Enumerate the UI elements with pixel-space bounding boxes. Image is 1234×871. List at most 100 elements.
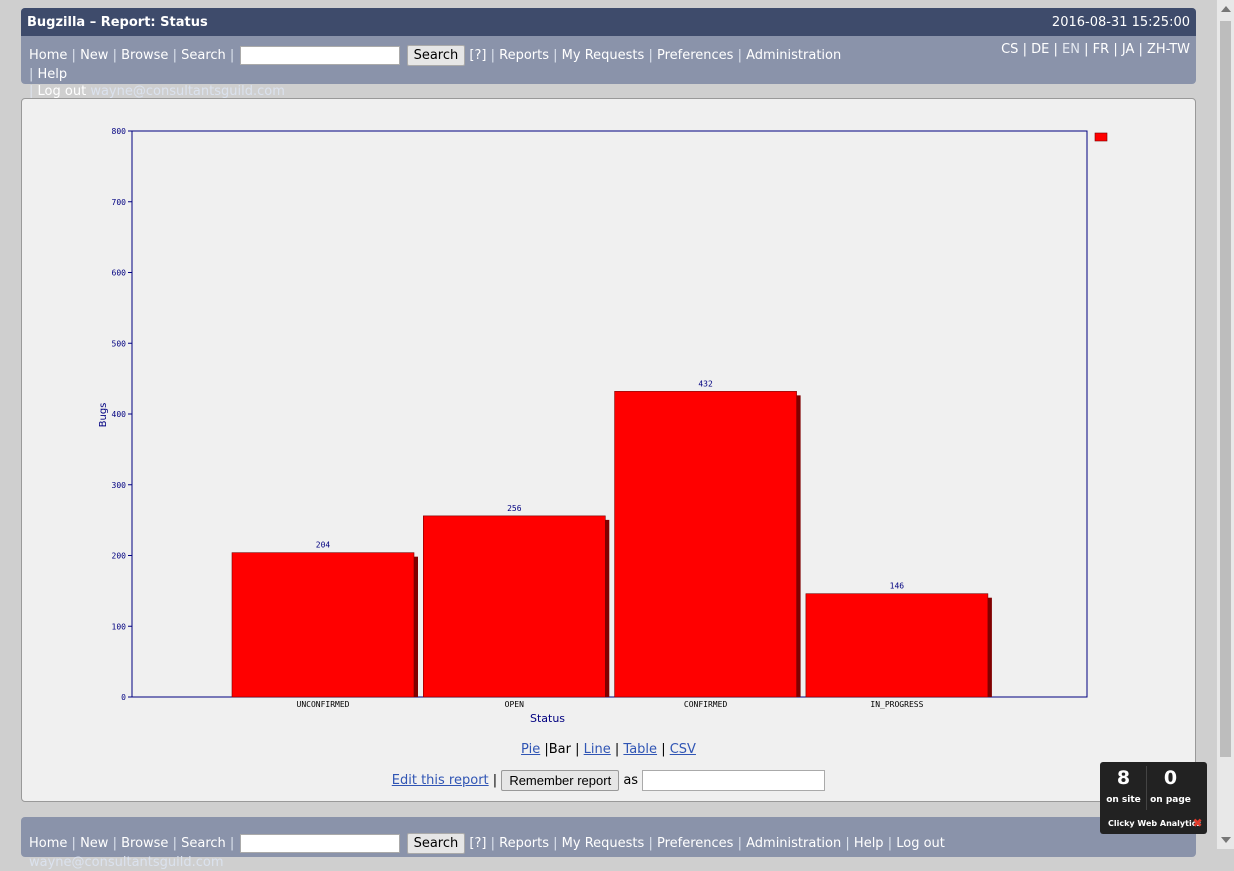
nav-home-link[interactable]: Home [29,48,67,63]
nav-reports-link[interactable]: Reports [499,48,549,63]
nav-new-link[interactable]: New [80,48,108,63]
clicky-widget[interactable]: 8 on site 0 on page Clicky Web Analytics… [1100,762,1207,834]
bar-chart: 0 100 200 300 400 500 600 700 800 204 UNCONFIRMED 2… [98,127,1108,725]
x-axis-label: Status [530,712,565,725]
quicksearch-button[interactable]: Search [406,45,466,66]
nav-separator: | [229,48,235,63]
lang-ja-link[interactable]: JA [1122,42,1135,57]
close-icon[interactable]: ✖ [1192,817,1203,829]
y-tick-label: 200 [112,552,127,561]
lang-de-link[interactable]: DE [1031,42,1049,57]
nav-user-email: wayne@consultantsguild.com [90,84,285,99]
nav-help-link[interactable]: Help [38,67,68,82]
y-tick-label: 400 [112,410,127,419]
page-title: Bugzilla – Report: Status [27,15,208,30]
footer-quicksearch-button[interactable]: Search [406,833,466,854]
x-tick-label: UNCONFIRMED [297,700,350,709]
format-csv-link[interactable]: CSV [670,742,696,757]
report-name-input[interactable] [642,770,826,791]
lang-separator: | [1053,42,1058,57]
on-site-label: on site [1106,795,1141,805]
save-report-row: Edit this report | Remember report as [22,770,1195,791]
scroll-up-icon[interactable] [1221,6,1231,12]
nav-separator: | [172,48,177,63]
on-page-count: 0 [1163,767,1178,789]
lang-fr-link[interactable]: FR [1093,42,1110,57]
data-label: 432 [698,379,713,388]
scroll-down-icon[interactable] [1221,837,1231,843]
data-label: 146 [890,582,905,591]
bar [422,515,606,698]
title-bar: Bugzilla – Report: Status 2016-08-31 15:… [21,8,1196,36]
y-tick-label: 700 [112,198,127,207]
bar [614,391,797,698]
lang-separator: | [1084,42,1089,57]
remember-report-button[interactable]: Remember report [501,770,620,791]
y-tick-label: 500 [112,339,127,348]
lang-separator: | [1138,42,1143,57]
format-separator: | [575,742,580,757]
nav-separator: | [112,48,117,63]
y-tick-label: 0 [121,693,126,702]
x-tick-label: IN_PROGRESS [870,700,923,709]
nav-separator: | [29,84,34,99]
bar [231,552,415,698]
quicksearch-help-link[interactable]: [?] [469,48,486,63]
header-datetime: 2016-08-31 15:25:00 [1051,15,1190,30]
nav-logout-link[interactable]: Log out [38,84,87,99]
format-table-link[interactable]: Table [623,742,657,757]
on-page-label: on page [1150,795,1191,805]
nav-separator: | [553,48,558,63]
format-separator: | [614,742,620,757]
lang-zh-tw-link[interactable]: ZH-TW [1147,42,1190,57]
nav-preferences-link[interactable]: Preferences [657,48,733,63]
on-site-count: 8 [1116,767,1131,789]
y-tick-label: 100 [112,622,127,631]
vertical-scrollbar[interactable] [1216,0,1234,849]
data-label: 204 [316,541,331,550]
page-header: Bugzilla – Report: Status 2016-08-31 15:… [21,8,1196,99]
bar [805,593,989,698]
report-panel: 0 100 200 300 400 500 600 700 800 204 UNCONFIRMED 2… [21,98,1196,802]
nav-my-requests-link[interactable]: My Requests [562,48,645,63]
nav-separator: | [71,48,76,63]
nav-separator: | [490,48,495,63]
as-label: as [623,773,639,788]
format-switcher: Pie |Bar | Line | Table | CSV [22,742,1195,757]
footer-quicksearch-input[interactable] [240,834,401,853]
y-tick-label: 300 [112,481,127,490]
page-footer: Home | New | Browse | Search | Search [?… [21,817,1196,870]
legend-swatch [1094,132,1108,142]
format-pie-link[interactable]: Pie [521,742,540,757]
quicksearch-input[interactable] [240,46,401,65]
format-separator: | [661,742,666,757]
clicky-on-site: 8 on site [1100,766,1147,810]
y-tick-label: 600 [112,269,127,278]
nav-search-link[interactable]: Search [181,48,226,63]
lang-separator: | [1113,42,1118,57]
x-tick-label: CONFIRMED [684,700,728,709]
nav-separator: | [29,67,34,82]
footer-user-email: wayne@consultantsguild.com [29,855,224,870]
scrollbar-thumb[interactable] [1220,21,1231,757]
lang-separator: | [1022,42,1027,57]
language-selector: CS | DE | EN | FR | JA | ZH-TW [1001,42,1190,57]
nav-separator: | [648,48,653,63]
lang-en-current: EN [1062,42,1080,57]
nav-separator: | [737,48,742,63]
lang-cs-link[interactable]: CS [1001,42,1018,57]
clicky-brand[interactable]: Clicky Web Analytics [1108,819,1201,828]
y-tick-label: 800 [112,127,127,136]
footer-nav: Home | New | Browse | Search | Search [?… [29,833,1129,871]
format-line-link[interactable]: Line [584,742,611,757]
y-axis-label: Bugs [98,403,109,428]
data-label: 256 [507,504,522,513]
save-separator: | [492,773,498,788]
nav-administration-link[interactable]: Administration [746,48,841,63]
x-tick-label: OPEN [505,700,524,709]
format-bar-current: Bar [548,742,571,757]
nav-browse-link[interactable]: Browse [121,48,168,63]
clicky-on-page: 0 on page [1147,766,1194,810]
edit-report-link[interactable]: Edit this report [392,773,489,788]
top-nav: Home | New | Browse | Search | Search [?… [29,45,849,100]
